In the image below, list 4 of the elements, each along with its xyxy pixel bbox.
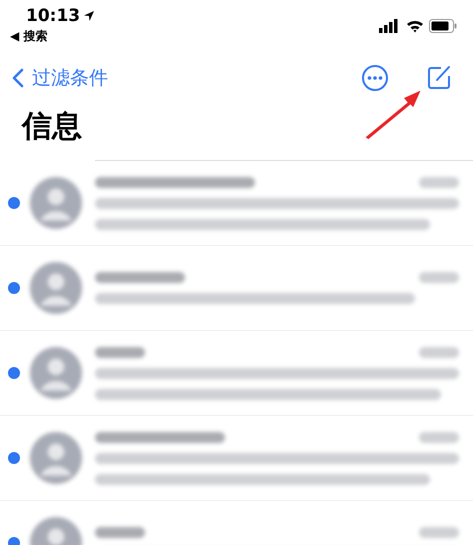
back-to-app-link[interactable]: ◀ 搜索 [10, 28, 96, 45]
status-time: 10:13 [26, 6, 80, 26]
page-title: 信息 [22, 108, 82, 146]
back-button[interactable]: 过滤条件 [12, 65, 108, 91]
